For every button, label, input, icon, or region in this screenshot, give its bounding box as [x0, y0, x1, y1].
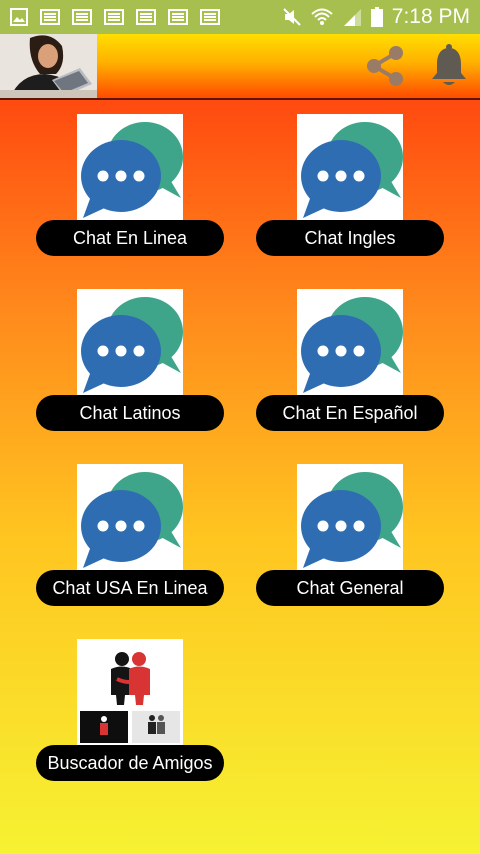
battery-icon	[370, 7, 383, 27]
notification-icons	[0, 8, 220, 26]
tile-label: Chat Ingles	[256, 220, 444, 256]
tile-chat-en-linea[interactable]: Chat En Linea	[36, 114, 224, 260]
system-icons: 7:18 PM	[282, 5, 480, 29]
tile-buscador-de-amigos[interactable]: Buscador de Amigos	[36, 639, 224, 785]
tile-label: Buscador de Amigos	[36, 745, 224, 781]
tile-label: Chat Latinos	[36, 395, 224, 431]
status-bar: 7:18 PM	[0, 0, 480, 34]
tile-label: Chat En Linea	[36, 220, 224, 256]
chat-bubbles-icon	[77, 289, 183, 395]
tile-chat-latinos[interactable]: Chat Latinos	[36, 289, 224, 435]
chat-bubbles-icon	[297, 114, 403, 220]
mute-icon	[283, 8, 301, 26]
notifications-button[interactable]	[428, 42, 470, 90]
tile-chat-ingles[interactable]: Chat Ingles	[256, 114, 444, 260]
tile-label: Chat USA En Linea	[36, 570, 224, 606]
chat-bubbles-icon	[77, 464, 183, 570]
message-icon	[104, 9, 124, 25]
chat-bubbles-icon	[77, 114, 183, 220]
image-icon	[10, 8, 28, 26]
app-logo	[0, 34, 97, 98]
tile-label: Chat En Español	[256, 395, 444, 431]
message-icon	[40, 9, 60, 25]
app-bar	[0, 34, 480, 100]
bell-icon	[432, 44, 466, 85]
chat-bubbles-icon	[297, 289, 403, 395]
tile-label: Chat General	[256, 570, 444, 606]
main-grid: Chat En Linea Chat Ingles Chat Latinos C…	[0, 100, 480, 854]
message-icon	[136, 9, 156, 25]
chat-bubbles-icon	[297, 464, 403, 570]
wifi-icon	[311, 8, 333, 25]
message-icon	[168, 9, 188, 25]
share-icon	[367, 46, 403, 86]
status-time: 7:18 PM	[391, 5, 470, 28]
signal-icon	[343, 9, 361, 26]
friends-icon	[77, 639, 183, 745]
message-icon	[72, 9, 92, 25]
tile-chat-en-espanol[interactable]: Chat En Español	[256, 289, 444, 435]
message-icon	[200, 9, 220, 25]
share-button[interactable]	[360, 42, 408, 90]
tile-chat-general[interactable]: Chat General	[256, 464, 444, 610]
tile-chat-usa-en-linea[interactable]: Chat USA En Linea	[36, 464, 224, 610]
